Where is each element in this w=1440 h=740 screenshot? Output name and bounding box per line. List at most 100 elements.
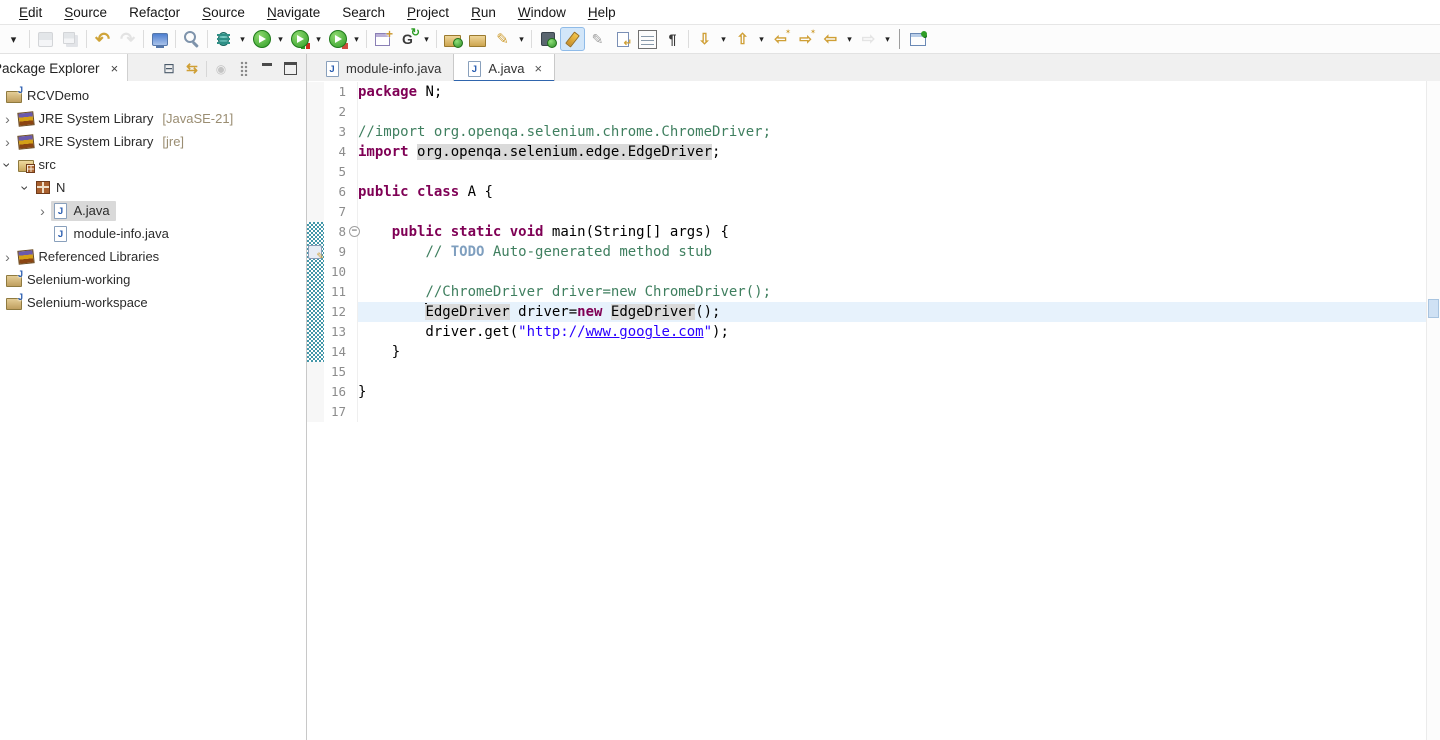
menu-source[interactable]: Source <box>191 3 256 22</box>
pin-editor-icon[interactable] <box>905 27 930 51</box>
mark-occurrences-icon[interactable] <box>560 27 585 51</box>
show-selected-element-icon[interactable] <box>635 27 660 51</box>
previous-annotation-dropdown-icon[interactable]: ▾ <box>755 27 768 51</box>
overview-ruler[interactable] <box>1426 81 1440 740</box>
back-icon[interactable] <box>818 27 843 51</box>
tree-item-src[interactable]: src <box>2 153 307 176</box>
collapse-fold-icon[interactable]: − <box>349 226 360 237</box>
menu-source[interactable]: Source <box>53 3 118 22</box>
save-all-icon[interactable] <box>58 27 83 51</box>
import-projects-icon[interactable] <box>440 27 465 51</box>
tree-item-n[interactable]: N <box>19 176 306 199</box>
maximize-icon[interactable] <box>279 58 301 80</box>
previous-annotation-icon[interactable] <box>730 27 755 51</box>
javaproject-icon <box>6 295 22 311</box>
code-area[interactable]: 1package N;23//import org.openqa.seleniu… <box>307 81 1427 740</box>
annotate-dropdown-icon[interactable]: ▾ <box>515 27 528 51</box>
editor-tab-a-java[interactable]: A.java× <box>453 54 555 83</box>
run-icon[interactable] <box>249 27 274 51</box>
menu-refactor[interactable]: Refactor <box>118 3 191 22</box>
gradle-refresh-icon[interactable] <box>395 27 420 51</box>
chevron-collapsed-icon[interactable] <box>2 249 14 265</box>
menu-edit[interactable]: Edit <box>8 3 53 22</box>
code-text[interactable] <box>358 102 1427 122</box>
code-text[interactable] <box>358 262 1427 282</box>
inspect-icon[interactable] <box>179 27 204 51</box>
new-wizard-dropdown-icon[interactable] <box>1 27 26 51</box>
chevron-collapsed-icon[interactable] <box>2 134 14 150</box>
code-text[interactable]: driver.get("http://www.google.com"); <box>358 322 1427 342</box>
code-text[interactable] <box>358 162 1427 182</box>
open-perspective-icon[interactable] <box>535 27 560 51</box>
java-editor[interactable]: 1package N;23//import org.openqa.seleniu… <box>307 81 1440 740</box>
link-with-editor-icon[interactable] <box>610 27 635 51</box>
run-dropdown-icon[interactable]: ▾ <box>274 27 287 51</box>
chevron-expanded-icon[interactable] <box>0 88 2 104</box>
link-with-editor-icon[interactable] <box>181 58 203 80</box>
tree-item-a-java[interactable]: A.java <box>37 199 307 222</box>
chevron-expanded-icon[interactable] <box>19 180 31 196</box>
redo-icon[interactable] <box>115 27 140 51</box>
editor-tab-module-info-java[interactable]: module-info.java <box>312 54 453 83</box>
package-explorer-view-tab[interactable]: Package Explorer × <box>0 54 128 83</box>
next-edit-location-icon[interactable] <box>793 27 818 51</box>
code-text[interactable]: EdgeDriver driver=new EdgeDriver(); <box>358 302 1427 322</box>
code-text[interactable]: // TODO Auto-generated method stub <box>358 242 1427 262</box>
chevron-collapsed-icon[interactable] <box>37 203 49 219</box>
tree-item-module-info-java[interactable]: module-info.java <box>37 222 307 245</box>
coverage-dropdown-icon[interactable]: ▾ <box>312 27 325 51</box>
tree-item-jre-system-library[interactable]: JRE System Library[JavaSE-21] <box>2 107 307 130</box>
chevron-expanded-icon[interactable] <box>2 157 14 173</box>
view-menu-icon[interactable] <box>233 58 255 80</box>
profile-dropdown-icon[interactable]: ▾ <box>350 27 363 51</box>
open-resource-icon[interactable] <box>465 27 490 51</box>
code-text[interactable]: public static void main(String[] args) { <box>358 222 1427 242</box>
gutter-annotation <box>307 142 324 162</box>
focus-on-active-task-icon[interactable] <box>210 58 232 80</box>
code-text[interactable]: } <box>358 382 1427 402</box>
debug-dropdown-icon[interactable]: ▾ <box>236 27 249 51</box>
minimize-icon[interactable] <box>256 58 278 80</box>
close-tab-icon[interactable]: × <box>535 61 543 76</box>
show-whitespace-icon[interactable] <box>660 27 685 51</box>
profile-icon[interactable] <box>325 27 350 51</box>
tree-item-referenced-libraries[interactable]: Referenced Libraries <box>2 245 307 268</box>
save-icon[interactable] <box>33 27 58 51</box>
tree-item-jre-system-library[interactable]: JRE System Library[jre] <box>2 130 307 153</box>
tree-item-rcvdemo[interactable]: RCVDemo <box>0 84 306 107</box>
next-annotation-dropdown-icon[interactable]: ▾ <box>717 27 730 51</box>
coverage-icon[interactable] <box>287 27 312 51</box>
tree-item-selenium-working[interactable]: Selenium-working <box>0 268 306 291</box>
undo-icon[interactable] <box>90 27 115 51</box>
close-view-icon[interactable]: × <box>111 61 119 76</box>
menu-window[interactable]: Window <box>507 3 577 22</box>
menu-search[interactable]: Search <box>331 3 396 22</box>
gradle-refresh-dropdown-icon[interactable]: ▾ <box>420 27 433 51</box>
back-dropdown-icon[interactable]: ▾ <box>843 27 856 51</box>
tree-item-selenium-workspace[interactable]: Selenium-workspace <box>0 291 306 314</box>
menu-run[interactable]: Run <box>460 3 507 22</box>
code-text[interactable]: public class A { <box>358 182 1427 202</box>
forward-icon[interactable] <box>856 27 881 51</box>
new-java-project-icon[interactable] <box>370 27 395 51</box>
forward-dropdown-icon[interactable]: ▾ <box>881 27 894 51</box>
last-edit-location-icon[interactable] <box>768 27 793 51</box>
code-text[interactable]: //import org.openqa.selenium.chrome.Chro… <box>358 122 1427 142</box>
open-console-icon[interactable] <box>147 27 172 51</box>
format-icon[interactable] <box>585 27 610 51</box>
menu-help[interactable]: Help <box>577 3 627 22</box>
code-text[interactable] <box>358 402 1427 422</box>
next-annotation-icon[interactable] <box>692 27 717 51</box>
annotate-icon[interactable] <box>490 27 515 51</box>
collapse-all-icon[interactable] <box>158 58 180 80</box>
code-text[interactable] <box>358 202 1427 222</box>
code-text[interactable]: //ChromeDriver driver=new ChromeDriver()… <box>358 282 1427 302</box>
code-text[interactable]: import org.openqa.selenium.edge.EdgeDriv… <box>358 142 1427 162</box>
code-text[interactable]: package N; <box>358 82 1427 102</box>
code-text[interactable]: } <box>358 342 1427 362</box>
code-text[interactable] <box>358 362 1427 382</box>
chevron-collapsed-icon[interactable] <box>2 111 14 127</box>
debug-icon[interactable] <box>211 27 236 51</box>
menu-project[interactable]: Project <box>396 3 460 22</box>
menu-navigate[interactable]: Navigate <box>256 3 331 22</box>
